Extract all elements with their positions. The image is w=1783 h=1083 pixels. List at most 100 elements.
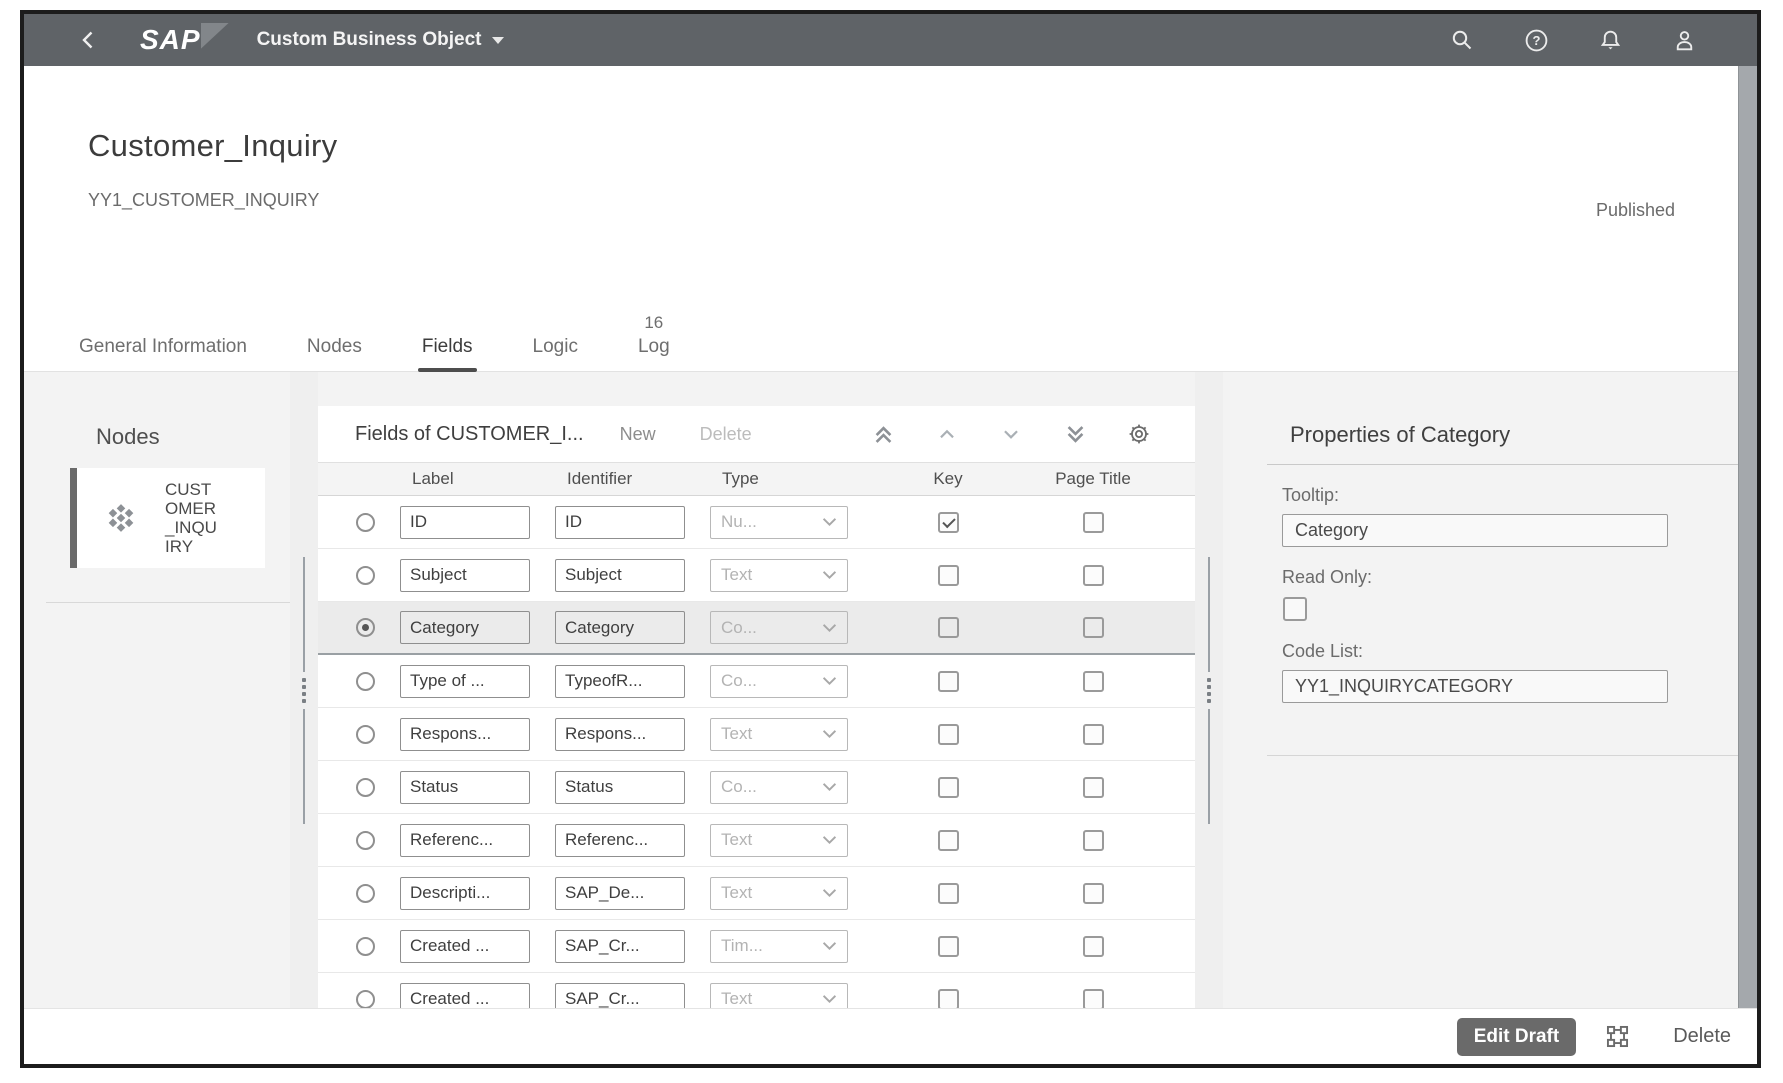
sitemap-icon[interactable]: [1604, 1023, 1631, 1050]
settings-gear-icon[interactable]: [1127, 422, 1151, 446]
splitter-grip-icon: [1207, 678, 1211, 703]
page-title-checkbox[interactable]: [1083, 936, 1104, 957]
tab-general-information[interactable]: General Information: [75, 310, 251, 371]
search-icon[interactable]: [1449, 27, 1475, 53]
help-icon[interactable]: ?: [1523, 27, 1549, 53]
move-top-icon[interactable]: [871, 422, 895, 446]
page-title-checkbox[interactable]: [1083, 617, 1104, 638]
key-checkbox[interactable]: [938, 671, 959, 692]
key-checkbox[interactable]: [938, 883, 959, 904]
label-input[interactable]: [400, 824, 530, 857]
identifier-input[interactable]: [555, 559, 685, 592]
delete-button[interactable]: Delete: [700, 424, 752, 445]
page-title-checkbox[interactable]: [1083, 883, 1104, 904]
row-select-radio[interactable]: [356, 884, 375, 903]
page-title-checkbox[interactable]: [1083, 565, 1104, 586]
new-button[interactable]: New: [620, 424, 656, 445]
page-title-checkbox[interactable]: [1083, 777, 1104, 798]
app-title-text: Custom Business Object: [257, 29, 482, 51]
type-select-value: Text: [721, 989, 752, 1008]
notifications-bell-icon[interactable]: [1597, 27, 1623, 53]
tab-count: 16: [644, 310, 663, 336]
identifier-input[interactable]: [555, 718, 685, 751]
label-input[interactable]: [400, 665, 530, 698]
identifier-input[interactable]: [555, 877, 685, 910]
nodes-panel-title: Nodes: [96, 424, 290, 450]
key-checkbox[interactable]: [938, 724, 959, 745]
node-cube-icon: [77, 503, 165, 533]
identifier-input[interactable]: [555, 771, 685, 804]
move-bottom-icon[interactable]: [1063, 422, 1087, 446]
type-select-value: Nu...: [721, 512, 757, 532]
row-select-radio[interactable]: [356, 725, 375, 744]
field-table-row: Text: [318, 973, 1195, 1008]
type-select-value: Text: [721, 883, 752, 903]
chevron-down-icon: [822, 623, 837, 633]
row-select-radio[interactable]: [356, 990, 375, 1009]
type-select[interactable]: Co...: [710, 611, 848, 644]
tab-fields[interactable]: Fields: [418, 310, 477, 371]
page-title-checkbox[interactable]: [1083, 671, 1104, 692]
back-icon[interactable]: [76, 27, 102, 53]
type-select[interactable]: Text: [710, 718, 848, 751]
key-checkbox[interactable]: [938, 617, 959, 638]
chevron-down-icon: [822, 782, 837, 792]
type-select[interactable]: Text: [710, 559, 848, 592]
type-select[interactable]: Text: [710, 877, 848, 910]
label-input[interactable]: [400, 771, 530, 804]
page-title-checkbox[interactable]: [1083, 724, 1104, 745]
row-select-radio[interactable]: [356, 672, 375, 691]
page-title-checkbox[interactable]: [1083, 830, 1104, 851]
tab-nodes[interactable]: Nodes: [303, 310, 366, 371]
splitter-right[interactable]: [1195, 372, 1223, 1008]
tab-logic[interactable]: Logic: [529, 310, 582, 371]
row-select-radio[interactable]: [356, 566, 375, 585]
type-select[interactable]: Text: [710, 983, 848, 1009]
row-select-radio[interactable]: [356, 831, 375, 850]
type-select[interactable]: Text: [710, 824, 848, 857]
code-list-input[interactable]: [1282, 670, 1668, 703]
app-title-menu[interactable]: Custom Business Object: [257, 29, 505, 51]
edit-draft-button[interactable]: Edit Draft: [1457, 1018, 1577, 1056]
identifier-input[interactable]: [555, 824, 685, 857]
type-select[interactable]: Nu...: [710, 506, 848, 539]
tooltip-input[interactable]: [1282, 514, 1668, 547]
tab-log[interactable]: 16Log: [634, 310, 674, 371]
label-input[interactable]: [400, 718, 530, 751]
page-title-checkbox[interactable]: [1083, 512, 1104, 533]
row-select-radio[interactable]: [356, 513, 375, 532]
label-input[interactable]: [400, 930, 530, 963]
identifier-input[interactable]: [555, 611, 685, 644]
type-select[interactable]: Co...: [710, 665, 848, 698]
key-checkbox[interactable]: [938, 512, 959, 533]
key-checkbox[interactable]: [938, 830, 959, 851]
type-select[interactable]: Tim...: [710, 930, 848, 963]
footer-delete-button[interactable]: Delete: [1673, 1025, 1731, 1048]
key-checkbox[interactable]: [938, 777, 959, 798]
identifier-input[interactable]: [555, 983, 685, 1009]
identifier-input[interactable]: [555, 506, 685, 539]
splitter-left[interactable]: [290, 372, 318, 1008]
label-input[interactable]: [400, 877, 530, 910]
move-up-icon[interactable]: [935, 422, 959, 446]
move-down-icon[interactable]: [999, 422, 1023, 446]
row-select-radio[interactable]: [356, 778, 375, 797]
label-input[interactable]: [400, 611, 530, 644]
identifier-input[interactable]: [555, 665, 685, 698]
label-input[interactable]: [400, 559, 530, 592]
row-select-radio[interactable]: [356, 937, 375, 956]
row-select-radio[interactable]: [356, 618, 375, 637]
read-only-checkbox[interactable]: [1283, 597, 1307, 621]
key-checkbox[interactable]: [938, 936, 959, 957]
identifier-input[interactable]: [555, 930, 685, 963]
key-checkbox[interactable]: [938, 565, 959, 586]
vertical-scrollbar[interactable]: [1738, 66, 1757, 1008]
node-item-customer-inquiry[interactable]: CUST OMER _INQU IRY: [70, 468, 265, 568]
page-title-checkbox[interactable]: [1083, 989, 1104, 1009]
type-select[interactable]: Co...: [710, 771, 848, 804]
user-profile-icon[interactable]: [1671, 27, 1697, 53]
label-input[interactable]: [400, 983, 530, 1009]
key-checkbox[interactable]: [938, 989, 959, 1009]
sap-logo[interactable]: SAP: [140, 26, 205, 54]
label-input[interactable]: [400, 506, 530, 539]
